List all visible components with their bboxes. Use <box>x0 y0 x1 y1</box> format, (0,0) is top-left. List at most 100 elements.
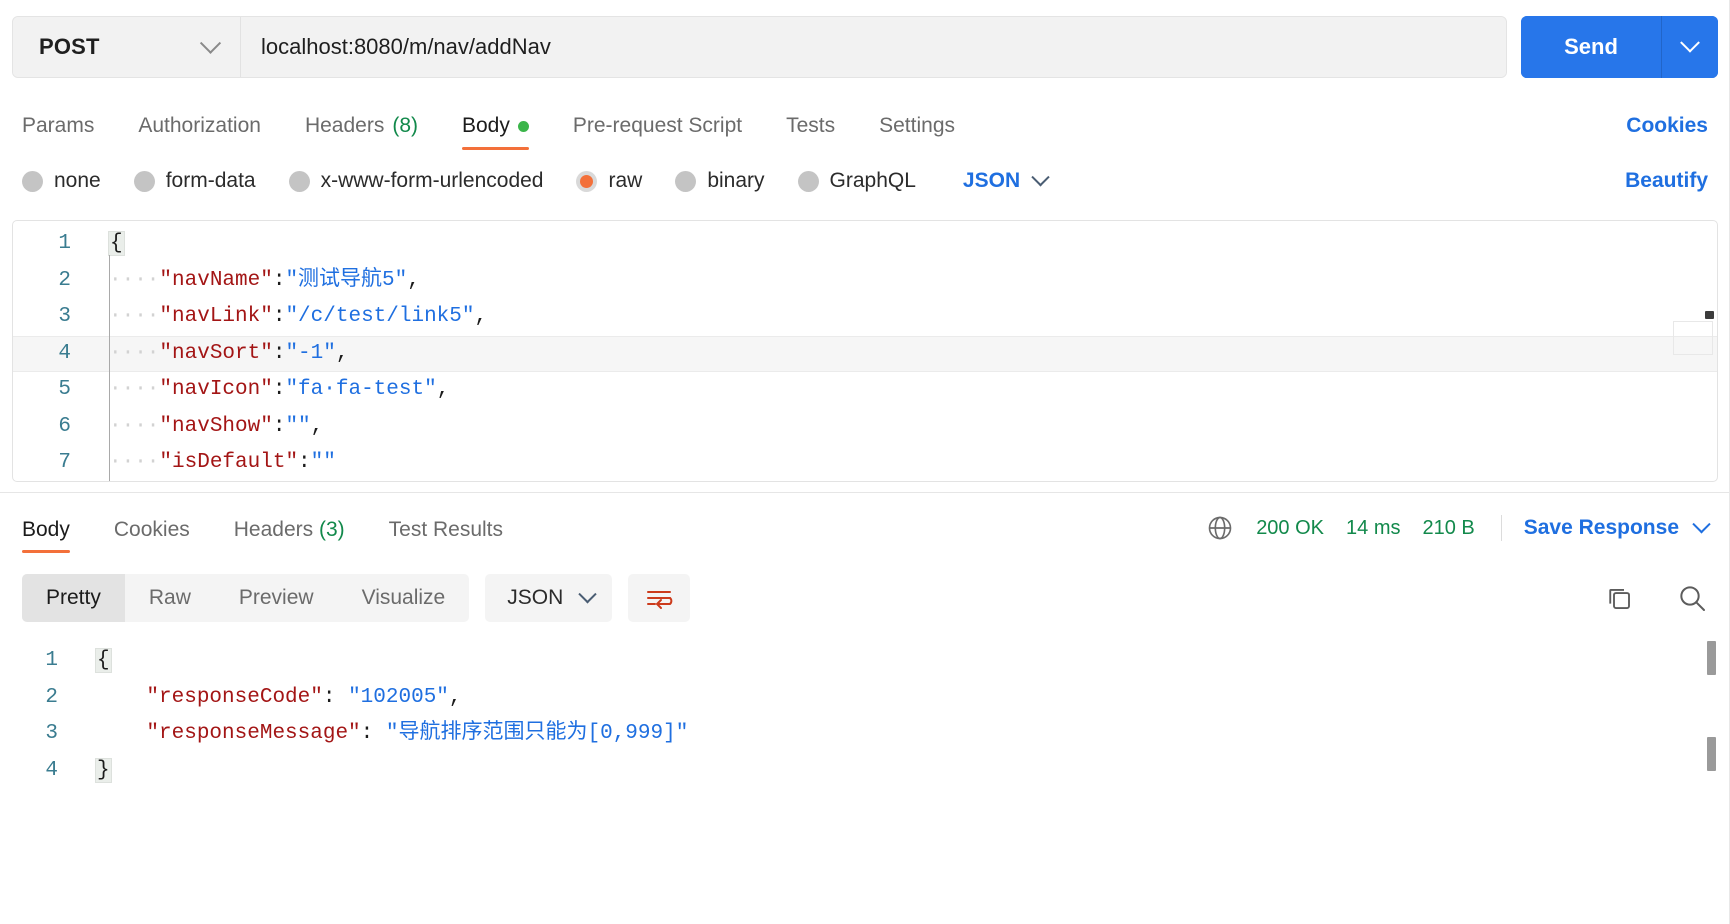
body-type-raw[interactable]: raw <box>576 169 642 193</box>
code-line: 4} <box>0 753 1730 790</box>
json-string: "-1" <box>285 341 336 365</box>
body-type-binary[interactable]: binary <box>675 169 765 193</box>
indent-guide: ···· <box>109 268 160 292</box>
code-line: 2 "responseCode": "102005", <box>0 680 1730 717</box>
postman-request-response-view: POST Send Params Authorization Headers (8) B… <box>0 0 1730 924</box>
json-brace: } <box>95 757 112 783</box>
view-mode-visualize[interactable]: Visualize <box>338 574 470 622</box>
meta-divider <box>1500 515 1502 541</box>
request-tabs: Params Authorization Headers (8) Body Pre-req… <box>0 94 1730 150</box>
response-scrollbar-thumb-bottom[interactable] <box>1707 737 1716 771</box>
json-key: "navSort" <box>159 341 273 365</box>
request-editor-scrollbar-thumb[interactable] <box>1705 311 1714 319</box>
radio-icon[interactable] <box>576 170 598 192</box>
request-tab-settings[interactable]: Settings <box>879 114 955 150</box>
code-line: 3 "responseMessage": "导航排序范围只能为[0,999]" <box>0 716 1730 753</box>
indent-guide: ···· <box>109 414 160 438</box>
request-tab-label: Settings <box>879 114 956 137</box>
response-tab-test-results[interactable]: Test Results <box>389 518 503 553</box>
json-punct: : <box>272 378 286 401</box>
line-number: 6 <box>58 414 71 438</box>
request-tab-label: Tests <box>786 114 836 137</box>
code-line: 1{ <box>0 643 1730 680</box>
copy-response-button[interactable] <box>1604 583 1634 613</box>
request-url-input[interactable] <box>241 17 1506 77</box>
body-type-label: binary <box>707 169 765 192</box>
globe-icon[interactable] <box>1206 514 1234 542</box>
word-wrap-icon <box>647 591 673 609</box>
response-tool-actions <box>1604 582 1708 614</box>
response-tab-body[interactable]: Body <box>22 518 70 553</box>
code-content: "responseCode": "102005", <box>82 680 461 717</box>
radio-icon[interactable] <box>22 170 43 192</box>
http-method-label: POST <box>39 34 100 59</box>
code-content: ····"isDefault":"" <box>95 445 336 481</box>
view-mode-pretty[interactable]: Pretty <box>22 574 125 622</box>
request-tab-label: Params <box>22 114 95 137</box>
body-type-graphql[interactable]: GraphQL <box>797 169 916 193</box>
raw-format-label: JSON <box>962 169 1021 192</box>
json-punct: , <box>436 378 450 401</box>
code-content: ····"navName":"测试导航5", <box>95 263 420 300</box>
json-punct: : <box>272 268 286 292</box>
chevron-down-icon <box>199 32 222 54</box>
response-time: 14 ms <box>1346 516 1401 539</box>
response-format-select[interactable]: JSON <box>485 574 613 622</box>
code-content: } <box>95 482 124 483</box>
body-type-none[interactable]: none <box>22 169 101 193</box>
send-button-group: Send <box>1521 16 1718 78</box>
request-tab-pre-request-script[interactable]: Pre-request Script <box>573 114 742 150</box>
code-line: 2 ····"navName":"测试导航5", <box>13 263 1717 300</box>
response-tab-headers[interactable]: Headers (3) <box>234 518 345 553</box>
response-body[interactable]: 1{2 "responseCode": "102005", 3 "response… <box>0 629 1730 924</box>
radio-icon[interactable] <box>675 170 697 192</box>
json-key: "navName" <box>159 268 273 292</box>
json-punct: , <box>474 305 488 328</box>
indent-guide: ···· <box>109 305 160 328</box>
line-number: 7 <box>58 451 71 474</box>
body-type-form-data[interactable]: form-data <box>133 169 256 193</box>
word-wrap-toggle[interactable] <box>628 574 691 622</box>
http-method-select[interactable]: POST <box>13 17 241 77</box>
url-bar-row: POST Send <box>0 0 1730 94</box>
raw-format-select[interactable]: JSON <box>962 167 1050 193</box>
request-editor-scrollbar[interactable] <box>1703 223 1715 479</box>
cookies-link[interactable]: Cookies <box>1626 114 1708 150</box>
send-button[interactable]: Send <box>1521 16 1661 78</box>
response-format-label: JSON <box>507 586 564 609</box>
body-modified-dot-icon <box>517 120 529 132</box>
response-tab-cookies[interactable]: Cookies <box>114 518 190 553</box>
request-tab-params[interactable]: Params <box>22 114 94 150</box>
chevron-down-icon <box>1031 167 1050 186</box>
chevron-down-icon[interactable] <box>1692 514 1711 533</box>
search-response-button[interactable] <box>1676 582 1708 614</box>
response-scrollbar-thumb-top[interactable] <box>1707 641 1716 675</box>
request-tab-tests[interactable]: Tests <box>786 114 835 150</box>
json-key: "responseMessage" <box>146 722 361 745</box>
line-number: 8 <box>13 482 95 483</box>
request-tab-body[interactable]: Body <box>462 114 529 150</box>
request-tab-headers[interactable]: Headers (8) <box>305 114 418 150</box>
view-mode-preview[interactable]: Preview <box>215 574 338 622</box>
json-key: "navShow" <box>159 414 273 438</box>
line-number: 4 <box>45 758 58 782</box>
save-response-button[interactable]: Save Response <box>1524 516 1679 540</box>
json-punct: : <box>272 341 286 365</box>
radio-icon[interactable] <box>133 170 155 192</box>
body-type-x-www-form-urlencoded[interactable]: x-www-form-urlencoded <box>288 169 543 193</box>
request-tab-authorization[interactable]: Authorization <box>138 114 261 150</box>
request-tab-label: Headers <box>304 114 385 137</box>
line-number: 5 <box>58 378 71 401</box>
code-content: ····"navLink":"/c/test/link5", <box>95 299 487 336</box>
send-options-button[interactable] <box>1662 16 1718 78</box>
beautify-link[interactable]: Beautify <box>1625 169 1708 193</box>
request-tab-label: Body <box>462 114 510 137</box>
radio-icon[interactable] <box>797 170 819 192</box>
json-string: "102005" <box>348 685 449 709</box>
body-type-label: GraphQL <box>829 169 916 192</box>
radio-icon[interactable] <box>288 170 310 192</box>
response-view-mode-group: Pretty Raw Preview Visualize <box>22 574 470 622</box>
request-body-editor[interactable]: 1{2 ····"navName":"测试导航5", 3 ····"navLink":… <box>12 220 1718 482</box>
view-mode-raw[interactable]: Raw <box>125 574 215 622</box>
